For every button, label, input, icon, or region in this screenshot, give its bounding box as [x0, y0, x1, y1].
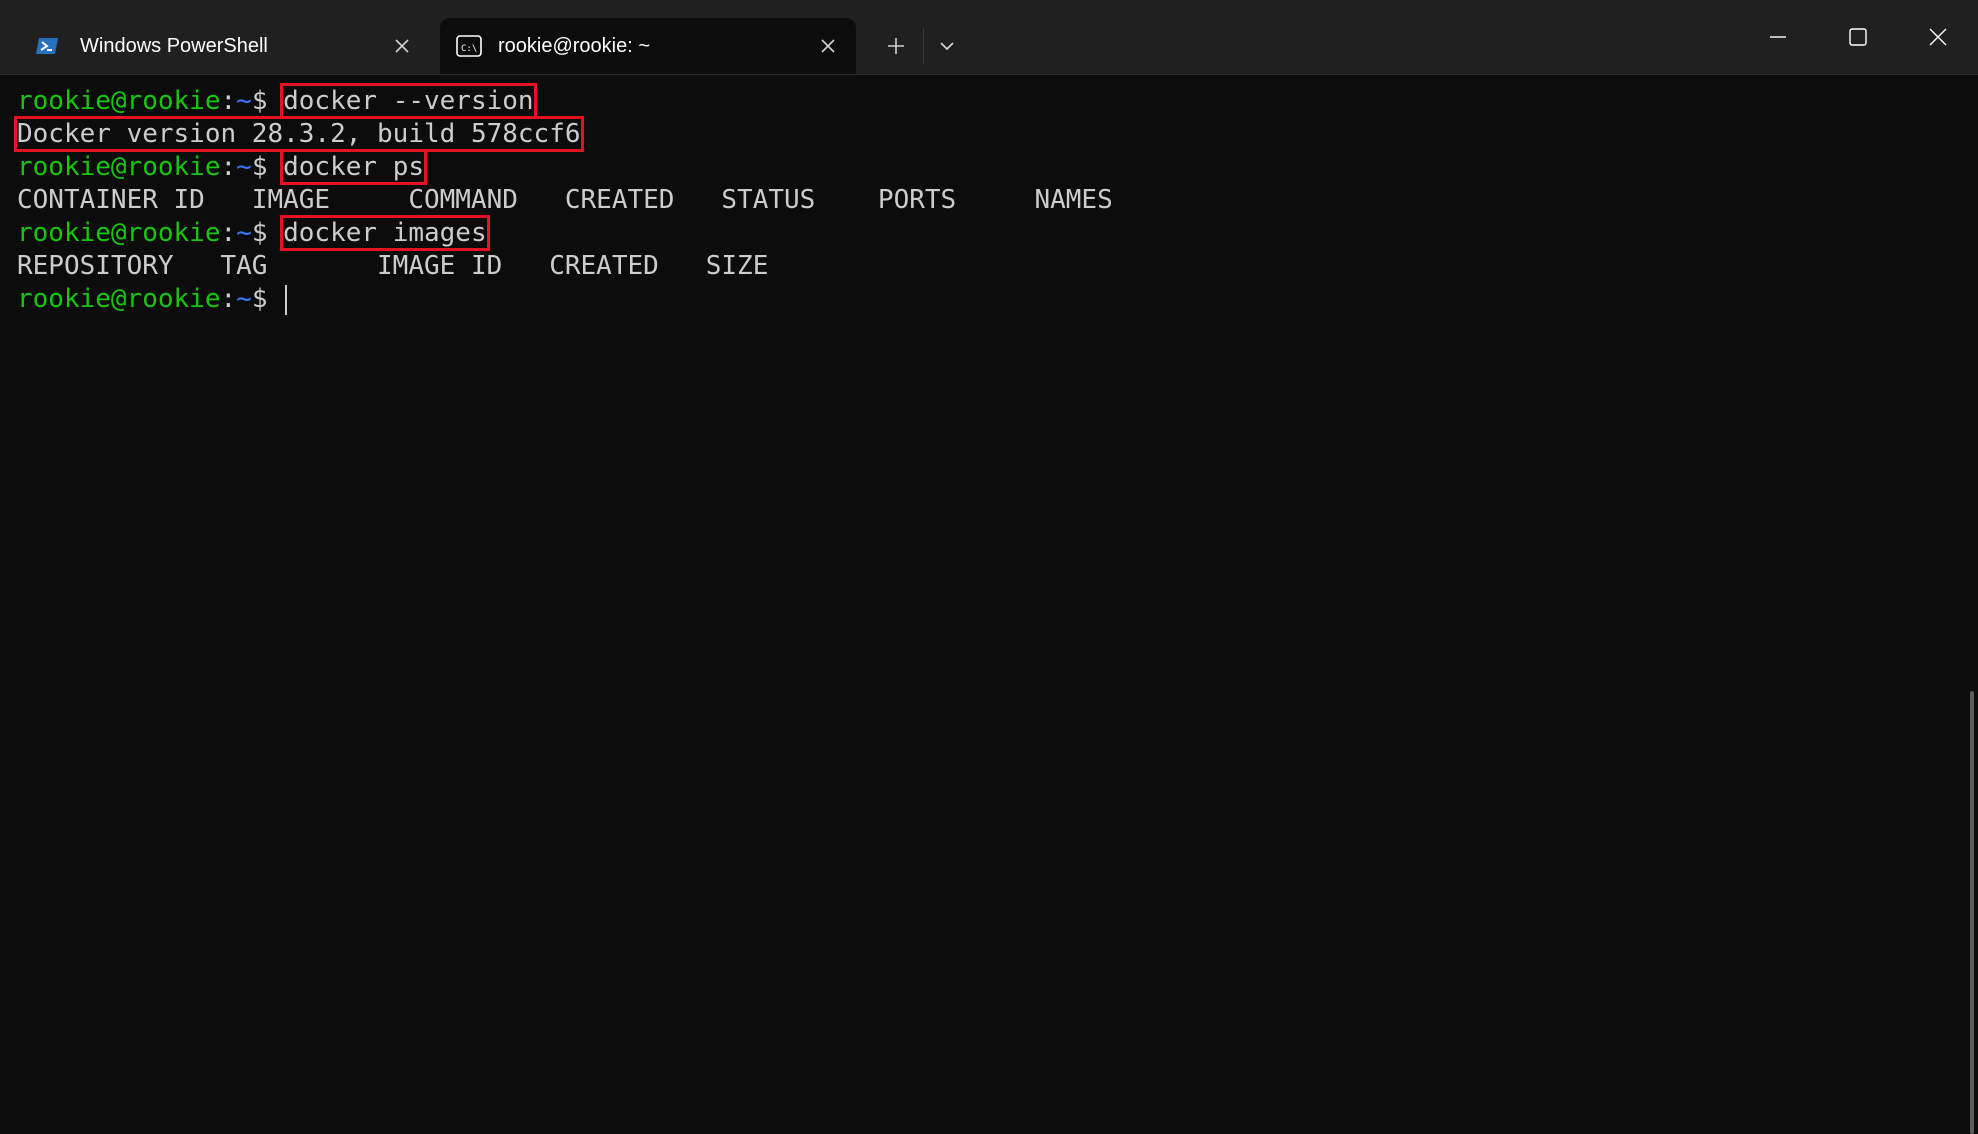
- minimize-icon: [1770, 36, 1786, 38]
- tab-rookie-terminal[interactable]: C:\ rookie@rookie: ~: [440, 18, 856, 74]
- prompt-user: rookie@rookie: [17, 86, 221, 116]
- output-text: CONTAINER ID IMAGE COMMAND CREATED STATU…: [17, 185, 1113, 215]
- close-tab-icon[interactable]: [816, 34, 840, 58]
- prompt-line: rookie@rookie:~$ docker --version: [17, 83, 537, 119]
- powershell-icon: [36, 34, 60, 58]
- text-cursor: [285, 284, 288, 315]
- chevron-down-icon: [940, 42, 954, 51]
- command-text: docker ps: [280, 149, 428, 185]
- prompt-user: rookie@rookie: [17, 218, 221, 248]
- command-text: docker --version: [280, 83, 537, 119]
- scrollbar[interactable]: [1970, 691, 1974, 1134]
- prompt-symbol: $: [251, 86, 268, 116]
- prompt-symbol: $: [251, 284, 268, 314]
- title-bar: Windows PowerShell C:\ rookie@rookie: ~: [0, 0, 1978, 75]
- divider: [923, 28, 924, 64]
- output-text: Docker version 28.3.2, build 578ccf6: [14, 116, 584, 152]
- output-line: REPOSITORY TAG IMAGE ID CREATED SIZE: [17, 250, 768, 283]
- prompt-path: ~: [236, 152, 252, 182]
- new-tab-button[interactable]: [874, 24, 918, 68]
- prompt-separator: :: [220, 152, 237, 182]
- close-window-button[interactable]: [1898, 0, 1978, 74]
- maximize-button[interactable]: [1818, 0, 1898, 74]
- tab-label: Windows PowerShell: [80, 35, 268, 57]
- prompt-path: ~: [236, 218, 252, 248]
- tab-windows-powershell[interactable]: Windows PowerShell: [6, 18, 430, 74]
- svg-text:C:\: C:\: [461, 44, 477, 54]
- output-line: Docker version 28.3.2, build 578ccf6: [14, 116, 584, 152]
- tab-label: rookie@rookie: ~: [498, 35, 651, 57]
- prompt-symbol: $: [251, 152, 268, 182]
- prompt-symbol: $: [251, 218, 268, 248]
- minimize-button[interactable]: [1738, 0, 1818, 74]
- prompt-line: rookie@rookie:~$ docker ps: [17, 149, 428, 185]
- close-tab-icon[interactable]: [390, 34, 414, 58]
- prompt-line: rookie@rookie:~$: [17, 283, 288, 316]
- plus-icon: [888, 38, 904, 54]
- output-text: REPOSITORY TAG IMAGE ID CREATED SIZE: [17, 251, 769, 281]
- prompt-path: ~: [236, 86, 252, 116]
- prompt-separator: :: [220, 284, 237, 314]
- close-icon: [1929, 28, 1947, 46]
- prompt-path: ~: [236, 284, 252, 314]
- prompt-separator: :: [220, 218, 237, 248]
- terminal-window: Windows PowerShell C:\ rookie@rookie: ~: [0, 0, 1978, 1134]
- tab-dropdown-button[interactable]: [925, 24, 969, 68]
- prompt-user: rookie@rookie: [17, 284, 221, 314]
- output-line: CONTAINER ID IMAGE COMMAND CREATED STATU…: [17, 184, 1113, 217]
- maximize-icon: [1849, 28, 1867, 46]
- prompt-user: rookie@rookie: [17, 152, 221, 182]
- command-text: docker images: [280, 215, 490, 251]
- terminal-output[interactable]: rookie@rookie:~$ docker --version Docker…: [0, 75, 1978, 1134]
- terminal-icon: C:\: [456, 34, 482, 58]
- prompt-line: rookie@rookie:~$ docker images: [17, 215, 490, 251]
- prompt-separator: :: [220, 86, 237, 116]
